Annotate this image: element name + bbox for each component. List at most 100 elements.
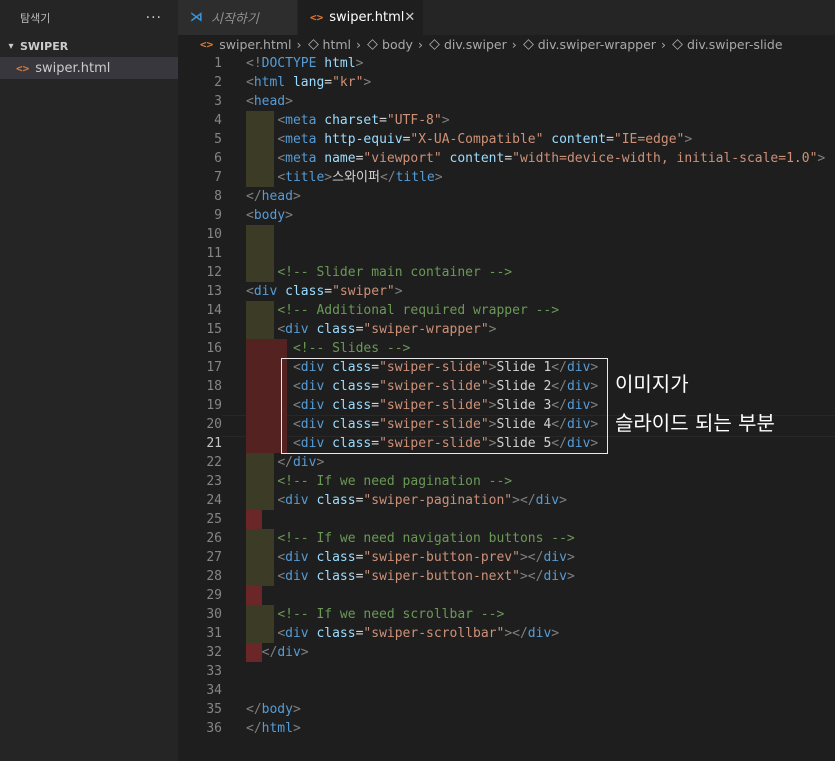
line-number: 36	[206, 721, 222, 736]
code-text: <meta charset="UTF-8">	[277, 113, 450, 128]
code-line[interactable]: <!-- Slider main container -->	[246, 263, 835, 282]
code-line[interactable]: </div>	[246, 453, 835, 472]
line-number: 32	[206, 645, 222, 660]
code-line[interactable]: <div class="swiper-slide">Slide 5</div>	[246, 434, 835, 453]
code-line[interactable]: <div class="swiper-wrapper">	[246, 320, 835, 339]
breadcrumb: <> swiper.html › html › body › div.swiper › div.s…	[178, 35, 835, 54]
explorer-title: 탐색기	[20, 11, 51, 25]
line-number: 1	[214, 56, 222, 71]
line-number: 18	[206, 379, 222, 394]
breadcrumb-item[interactable]: html	[307, 37, 351, 52]
html-icon: <>	[16, 61, 30, 75]
breadcrumb-label: div.swiper	[443, 37, 507, 52]
code-line[interactable]: </body>	[246, 700, 835, 719]
line-number: 9	[214, 208, 222, 223]
tab-swiper-html[interactable]: <> swiper.html ✕	[298, 0, 424, 35]
code-text: <!-- Slides -->	[292, 341, 411, 356]
code-text: <!DOCTYPE html>	[246, 56, 364, 71]
line-number: 14	[206, 303, 222, 318]
breadcrumb-separator: ›	[356, 37, 362, 52]
line-number: 10	[206, 227, 222, 242]
code-text: <div class="swiper-scrollbar"></div>	[277, 626, 560, 641]
code-line[interactable]: <div class="swiper-scrollbar"></div>	[246, 624, 835, 643]
code-line[interactable]: <div class="swiper">	[246, 282, 835, 301]
breadcrumb-label: div.swiper-wrapper	[537, 37, 656, 52]
code-text: </div>	[277, 455, 325, 470]
line-number: 6	[214, 151, 222, 166]
code-line[interactable]: </head>	[246, 187, 835, 206]
code-line[interactable]: <meta http-equiv="X-UA-Compatible" conte…	[246, 130, 835, 149]
code-line[interactable]: <div class="swiper-button-next"></div>	[246, 567, 835, 586]
breadcrumb-label: div.swiper-slide	[686, 37, 783, 52]
code-line[interactable]: <head>	[246, 92, 835, 111]
folder-swiper[interactable]: ▾ SWIPER	[0, 35, 178, 57]
code-area[interactable]: <!DOCTYPE html> <html lang="kr"> <head> <m…	[246, 54, 835, 738]
code-text: <!-- Slider main container -->	[277, 265, 513, 280]
code-text: <div class="swiper">	[246, 284, 403, 299]
line-number: 8	[214, 189, 222, 204]
line-number: 35	[206, 702, 222, 717]
annotation-text-2: 슬라이드 되는 부분	[615, 411, 775, 435]
file-item-swiper-html[interactable]: <> swiper.html	[0, 57, 178, 79]
code-line[interactable]: <!DOCTYPE html>	[246, 54, 835, 73]
code-text: <!-- If we need navigation buttons -->	[277, 531, 575, 546]
code-line[interactable]: </div>	[246, 643, 835, 662]
code-text: <!-- If we need pagination -->	[277, 474, 513, 489]
line-number: 19	[206, 398, 222, 413]
explorer-header: 탐색기 ···	[0, 0, 178, 35]
tab-welcome[interactable]: ⋊ 시작하기	[178, 0, 298, 35]
breadcrumb-item[interactable]: body	[366, 37, 413, 52]
code-line[interactable]: </html>	[246, 719, 835, 738]
code-text: <div class="swiper-slide">Slide 1</div>	[292, 360, 599, 375]
indent-guide	[246, 510, 262, 529]
line-number-gutter: 1 2 3 4 5 6 7 8 9 10 11 12 13 14 15 16 17 18 19 20 21 22 23 24 2…	[178, 54, 222, 738]
code-line[interactable]: <div class="swiper-button-prev"></div>	[246, 548, 835, 567]
breadcrumb-label: swiper.html	[219, 37, 292, 52]
code-line[interactable]	[246, 510, 835, 529]
code-line[interactable]: <!-- If we need pagination -->	[246, 472, 835, 491]
annotation-text-1: 이미지가	[615, 372, 689, 396]
cube-icon	[367, 39, 378, 50]
code-line[interactable]: <meta charset="UTF-8">	[246, 111, 835, 130]
code-line[interactable]	[246, 586, 835, 605]
breadcrumb-item[interactable]: div.swiper	[428, 37, 507, 52]
line-number: 20	[206, 417, 222, 432]
indent-guide	[246, 244, 275, 263]
line-number: 13	[206, 284, 222, 299]
code-text: <div class="swiper-slide">Slide 3</div>	[292, 398, 599, 413]
code-line[interactable]	[246, 244, 835, 263]
line-number: 5	[214, 132, 222, 147]
code-text: <meta http-equiv="X-UA-Compatible" conte…	[277, 132, 693, 147]
html-icon: <>	[200, 38, 214, 51]
folder-label: SWIPER	[20, 39, 69, 53]
tab-label: 시작하기	[211, 12, 259, 27]
breadcrumb-item[interactable]: <> swiper.html	[200, 37, 292, 52]
explorer-sidebar: 탐색기 ··· ▾ SWIPER <> swiper.html	[0, 0, 178, 761]
code-line[interactable]: <html lang="kr">	[246, 73, 835, 92]
code-text: <body>	[246, 208, 293, 223]
code-line[interactable]: <div class="swiper-slide">Slide 2</div>	[246, 377, 835, 396]
line-number: 31	[206, 626, 222, 641]
code-text: <div class="swiper-button-next"></div>	[277, 569, 575, 584]
code-line[interactable]: <body>	[246, 206, 835, 225]
code-line[interactable]	[246, 662, 835, 681]
line-number: 4	[214, 113, 222, 128]
breadcrumb-item[interactable]: div.swiper-slide	[671, 37, 783, 52]
code-line[interactable]: <div class="swiper-slide">Slide 1</div>	[246, 358, 835, 377]
breadcrumb-item[interactable]: div.swiper-wrapper	[522, 37, 656, 52]
code-text: <div class="swiper-pagination"></div>	[277, 493, 567, 508]
breadcrumb-separator: ›	[417, 37, 423, 52]
code-line[interactable]: <!-- If we need scrollbar -->	[246, 605, 835, 624]
code-line[interactable]: <div class="swiper-pagination"></div>	[246, 491, 835, 510]
code-line[interactable]: <title>스와이퍼</title>	[246, 168, 835, 187]
close-icon[interactable]: ✕	[404, 10, 415, 25]
code-line[interactable]	[246, 225, 835, 244]
more-actions-icon[interactable]: ···	[146, 10, 162, 26]
code-line[interactable]: <!-- Slides -->	[246, 339, 835, 358]
code-text: <div class="swiper-slide">Slide 2</div>	[292, 379, 599, 394]
code-line[interactable]: <!-- If we need navigation buttons -->	[246, 529, 835, 548]
tab-label: swiper.html	[329, 10, 405, 25]
code-line[interactable]: <meta name="viewport" content="width=dev…	[246, 149, 835, 168]
code-line[interactable]	[246, 681, 835, 700]
code-line[interactable]: <!-- Additional required wrapper -->	[246, 301, 835, 320]
